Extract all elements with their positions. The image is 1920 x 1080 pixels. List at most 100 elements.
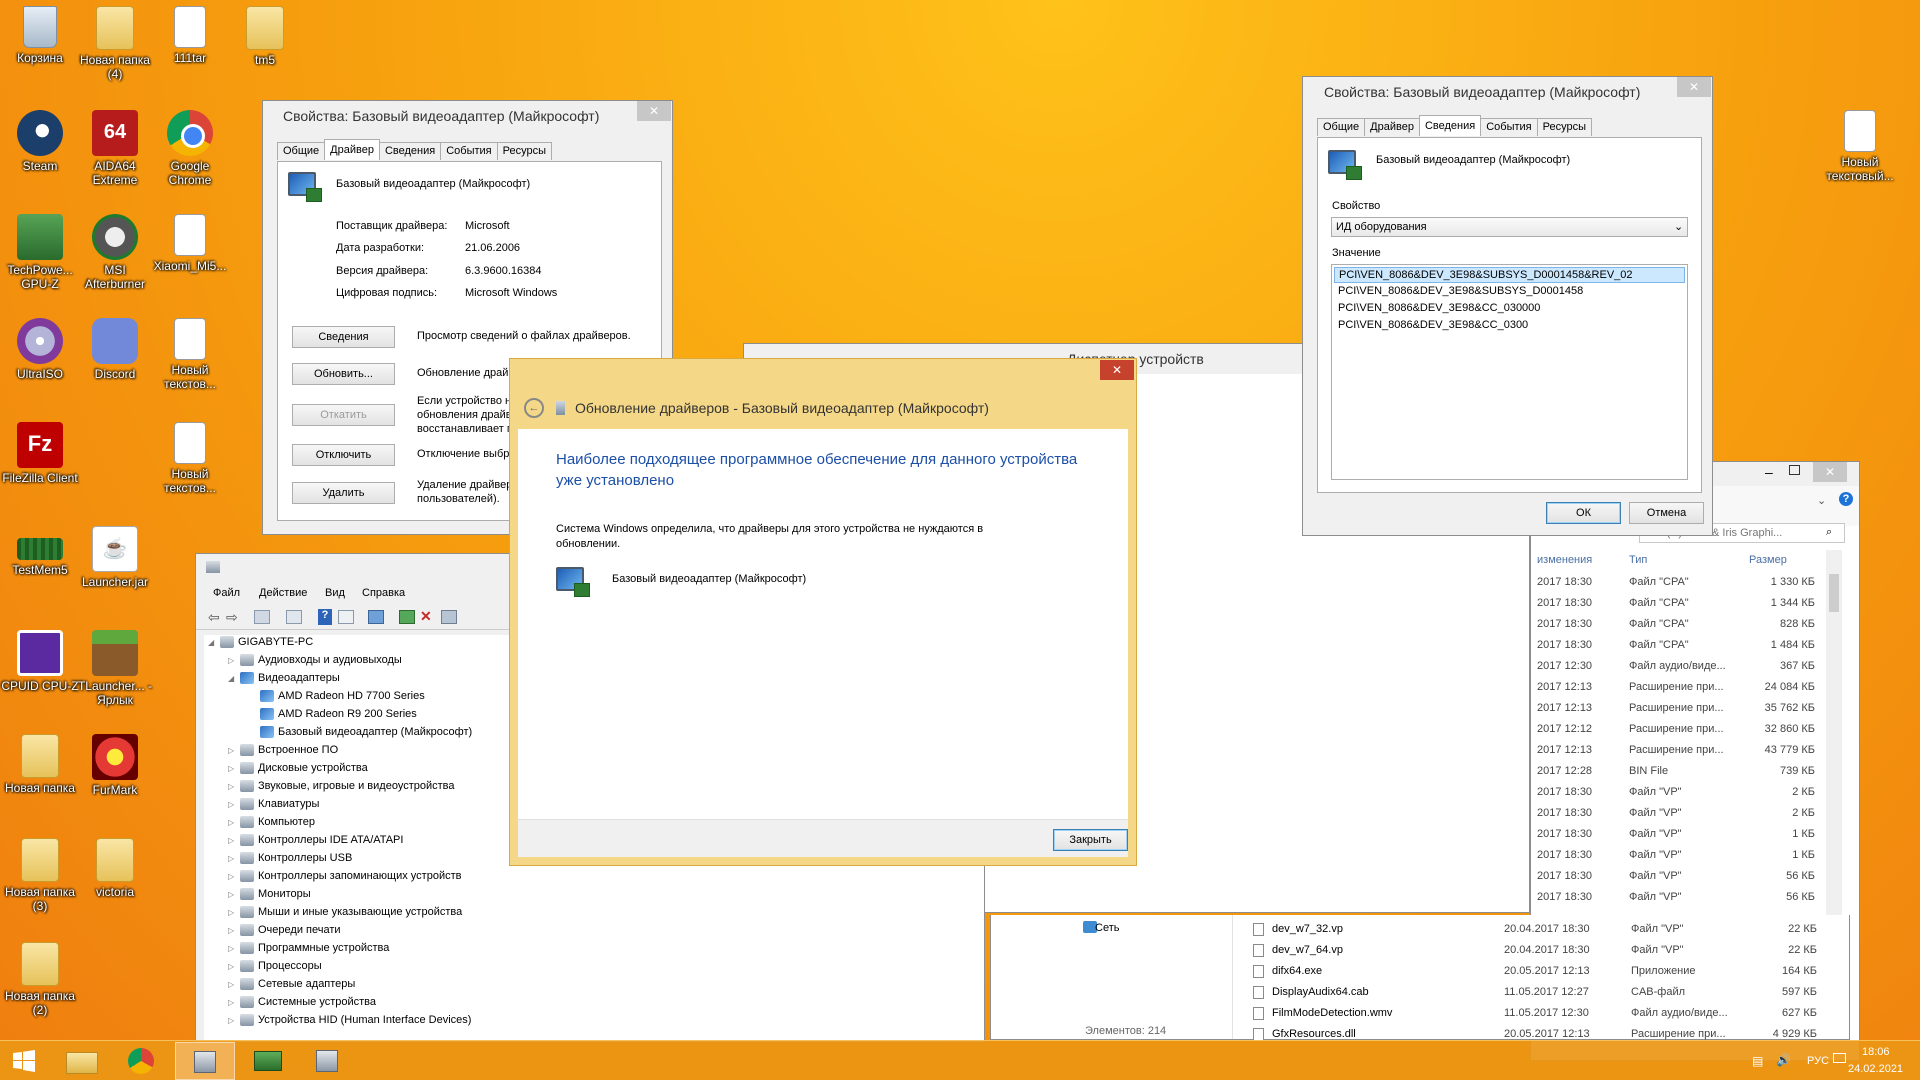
tree-item[interactable]: ▷ Сетевые адаптеры: [228, 977, 355, 992]
file-size[interactable]: 2 КБ: [1733, 805, 1815, 822]
file-size[interactable]: 164 КБ: [1735, 963, 1817, 980]
collapsed-arrow-icon[interactable]: ▷: [228, 887, 240, 902]
tree-item[interactable]: ▷ Очереди печати: [228, 923, 341, 938]
tree-item[interactable]: AMD Radeon R9 200 Series: [248, 707, 417, 722]
file-name[interactable]: dev_w7_64.vp: [1272, 942, 1343, 959]
desktop-icon[interactable]: Новая папка (3): [0, 832, 80, 930]
desktop-icon[interactable]: Новая папка (4): [75, 0, 155, 98]
file-date[interactable]: 2017 18:30: [1537, 826, 1592, 843]
tree-item[interactable]: ▷ Встроенное ПО: [228, 743, 338, 758]
file-size[interactable]: 1 330 КБ: [1733, 574, 1815, 591]
menu-action[interactable]: Действие: [259, 587, 307, 599]
tree-item[interactable]: Базовый видеоадаптер (Майкрософт): [248, 725, 472, 740]
cancel-button[interactable]: Отмена: [1629, 502, 1704, 524]
nav-network[interactable]: Сеть: [1095, 922, 1119, 934]
desktop-icon[interactable]: Новый текстовый...: [1820, 104, 1900, 202]
file-name[interactable]: dev_w7_32.vp: [1272, 921, 1343, 938]
file-date[interactable]: 2017 18:30: [1537, 847, 1592, 864]
file-size[interactable]: 1 КБ: [1733, 826, 1815, 843]
forward-icon[interactable]: ⇨: [226, 609, 238, 626]
tree-item[interactable]: ▷ Дисковые устройства: [228, 761, 368, 776]
close-dialog-button[interactable]: Закрыть: [1053, 829, 1128, 851]
tree-item[interactable]: ▷ Компьютер: [228, 815, 315, 830]
tab-events[interactable]: События: [1480, 118, 1538, 136]
file-date[interactable]: 2017 18:30: [1537, 784, 1592, 801]
update-driver-icon[interactable]: [399, 610, 415, 624]
collapsed-arrow-icon[interactable]: ▷: [228, 923, 240, 938]
tree-item[interactable]: ▷ Контроллеры IDE ATA/ATAPI: [228, 833, 403, 848]
file-type[interactable]: Файл "VP": [1631, 921, 1684, 938]
volume-icon[interactable]: 🔊: [1776, 1053, 1791, 1067]
collapsed-arrow-icon[interactable]: ▷: [228, 797, 240, 812]
file-date[interactable]: 11.05.2017 12:30: [1504, 1005, 1589, 1022]
col-size[interactable]: Размер: [1749, 554, 1787, 566]
file-date[interactable]: 2017 18:30: [1537, 574, 1592, 591]
file-type[interactable]: Файл "CPA": [1629, 574, 1689, 591]
close-button[interactable]: ✕: [637, 101, 671, 121]
file-date[interactable]: 2017 18:30: [1537, 595, 1592, 612]
file-date[interactable]: 20.05.2017 12:13: [1504, 963, 1590, 980]
ok-button[interactable]: ОК: [1546, 502, 1621, 524]
desktop-icon[interactable]: Steam: [0, 104, 80, 202]
file-type[interactable]: Расширение при...: [1629, 721, 1724, 738]
file-type[interactable]: Файл "CPA": [1629, 595, 1689, 612]
menu-help[interactable]: Справка: [362, 587, 405, 599]
file-name[interactable]: FilmModeDetection.wmv: [1272, 1005, 1392, 1022]
clock-date[interactable]: 24.02.2021: [1848, 1063, 1903, 1075]
tree-item[interactable]: ▷ Звуковые, игровые и видеоустройства: [228, 779, 455, 794]
network-tray-icon[interactable]: ▤: [1752, 1054, 1763, 1068]
desktop-icon[interactable]: TestMem5: [0, 520, 80, 618]
desktop-icon[interactable]: Корзина: [0, 0, 80, 98]
desktop-icon[interactable]: Новая папка (2): [0, 936, 80, 1034]
file-type[interactable]: Файл "CPA": [1629, 637, 1689, 654]
tab-details[interactable]: Сведения: [1418, 115, 1482, 136]
file-date[interactable]: 2017 18:30: [1537, 616, 1592, 633]
tree-item[interactable]: ▷ Аудиовходы и аудиовыходы: [228, 653, 402, 668]
collapsed-arrow-icon[interactable]: ▷: [228, 905, 240, 920]
desktop-icon[interactable]: 111tar: [150, 0, 230, 98]
desktop-icon[interactable]: tm5: [225, 0, 305, 98]
file-type[interactable]: Файл аудио/виде...: [1629, 658, 1726, 675]
start-button[interactable]: [0, 1042, 60, 1080]
file-size[interactable]: 22 КБ: [1735, 921, 1817, 938]
file-date[interactable]: 2017 18:30: [1537, 889, 1592, 906]
properties-icon[interactable]: [254, 610, 270, 624]
tree-item[interactable]: ▷ Мыши и иные указывающие устройства: [228, 905, 462, 920]
file-date[interactable]: 2017 18:30: [1537, 805, 1592, 822]
taskbar-explorer[interactable]: [52, 1042, 112, 1080]
desktop-icon[interactable]: Xiaomi_Mi5...: [150, 208, 230, 306]
desktop-icon[interactable]: Google Chrome: [150, 104, 230, 202]
file-size[interactable]: 828 КБ: [1733, 616, 1815, 633]
desktop-icon[interactable]: victoria: [75, 832, 155, 930]
driver-details-button[interactable]: Сведения: [292, 326, 395, 348]
file-date[interactable]: 2017 18:30: [1537, 637, 1592, 654]
file-type[interactable]: Файл "VP": [1629, 889, 1682, 906]
file-date[interactable]: 2017 12:12: [1537, 721, 1592, 738]
explorer-close-button[interactable]: ✕: [1813, 462, 1847, 482]
file-size[interactable]: 56 КБ: [1733, 889, 1815, 906]
collapsed-arrow-icon[interactable]: ▷: [228, 977, 240, 992]
title-bar[interactable]: Свойства: Базовый видеоадаптер (Майкросо…: [263, 101, 672, 131]
desktop-icon[interactable]: Новый текстов...: [150, 416, 230, 514]
rollback-driver-button[interactable]: Откатить: [292, 404, 395, 426]
collapsed-arrow-icon[interactable]: ▷: [228, 653, 240, 668]
back-icon[interactable]: ⇦: [208, 609, 220, 626]
maximize-button[interactable]: [1789, 465, 1800, 475]
tab-driver[interactable]: Драйвер: [1364, 118, 1420, 136]
file-size[interactable]: 1 КБ: [1733, 847, 1815, 864]
desktop-icon[interactable]: TLauncher... - Ярлык: [75, 624, 155, 722]
file-date[interactable]: 2017 12:13: [1537, 700, 1592, 717]
tab-events[interactable]: События: [440, 142, 498, 160]
collapsed-arrow-icon[interactable]: ▷: [228, 1013, 240, 1028]
tree-item[interactable]: ▷ Контроллеры USB: [228, 851, 352, 866]
file-size[interactable]: 56 КБ: [1733, 868, 1815, 885]
back-arrow-icon[interactable]: ←: [524, 398, 544, 418]
help-icon[interactable]: ?: [318, 609, 332, 625]
title-bar[interactable]: Свойства: Базовый видеоадаптер (Майкросо…: [1303, 77, 1712, 107]
file-size[interactable]: 22 КБ: [1735, 942, 1817, 959]
hardware-id-item[interactable]: PCI\VEN_8086&DEV_3E98&SUBSYS_D0001458&RE…: [1334, 267, 1685, 283]
tab-general[interactable]: Общие: [1317, 118, 1366, 136]
file-size[interactable]: 367 КБ: [1733, 658, 1815, 675]
file-date[interactable]: 2017 12:13: [1537, 679, 1592, 696]
collapsed-arrow-icon[interactable]: ▷: [228, 761, 240, 776]
